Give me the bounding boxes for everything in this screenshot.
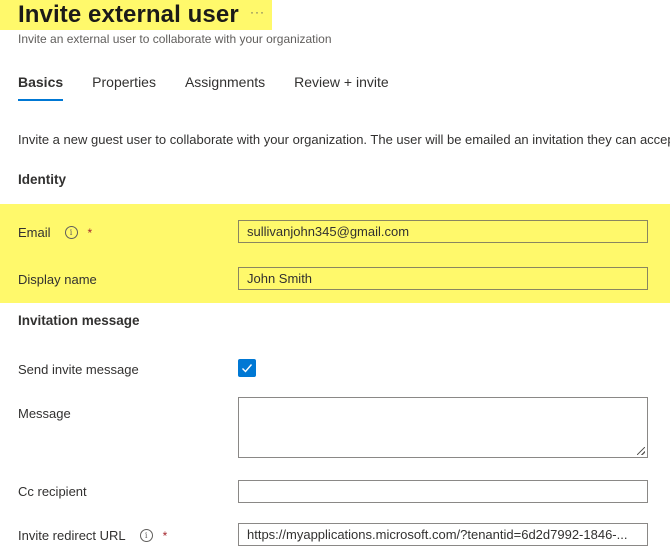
info-icon[interactable]: i — [64, 226, 78, 239]
message-textarea[interactable] — [238, 397, 648, 458]
email-input[interactable]: sullivanjohn345@gmail.com — [238, 220, 648, 243]
cc-recipient-input[interactable] — [238, 480, 648, 503]
invitation-message-heading: Invitation message — [18, 313, 140, 328]
resize-grip-icon[interactable] — [637, 447, 645, 455]
required-marker: * — [87, 225, 93, 240]
required-marker: * — [162, 528, 168, 543]
identity-heading: Identity — [18, 172, 67, 187]
invite-external-user-page: Invite external user ··· Invite an exter… — [0, 0, 670, 559]
send-invite-label: Send invite message — [18, 362, 139, 377]
page-subtitle: Invite an external user to collaborate w… — [18, 32, 332, 46]
display-name-label-text: Display name — [18, 272, 97, 287]
display-name-label: Display name — [18, 272, 97, 287]
cc-recipient-label-text: Cc recipient — [18, 484, 87, 499]
redirect-url-label: Invite redirect URL i * — [18, 528, 167, 543]
tab-assignments[interactable]: Assignments — [185, 74, 265, 98]
send-invite-label-text: Send invite message — [18, 362, 139, 377]
intro-text: Invite a new guest user to collaborate w… — [18, 132, 670, 147]
tab-basics[interactable]: Basics — [18, 74, 64, 101]
redirect-url-label-text: Invite redirect URL — [18, 528, 126, 543]
page-title: Invite external user — [18, 1, 239, 28]
tab-bar: Basics Properties Assignments Review + i… — [18, 74, 418, 101]
more-options-button[interactable]: ··· — [250, 5, 265, 19]
cc-recipient-label: Cc recipient — [18, 484, 87, 499]
info-icon[interactable]: i — [139, 529, 153, 542]
message-label: Message — [18, 406, 71, 421]
email-label-text: Email — [18, 225, 51, 240]
display-name-input[interactable]: John Smith — [238, 267, 648, 290]
send-invite-checkbox[interactable] — [238, 359, 256, 377]
tab-review-invite[interactable]: Review + invite — [294, 74, 389, 98]
message-label-text: Message — [18, 406, 71, 421]
email-label: Email i * — [18, 225, 92, 240]
tab-properties[interactable]: Properties — [92, 74, 156, 98]
checkmark-icon — [242, 364, 253, 373]
redirect-url-input[interactable]: https://myapplications.microsoft.com/?te… — [238, 523, 648, 546]
